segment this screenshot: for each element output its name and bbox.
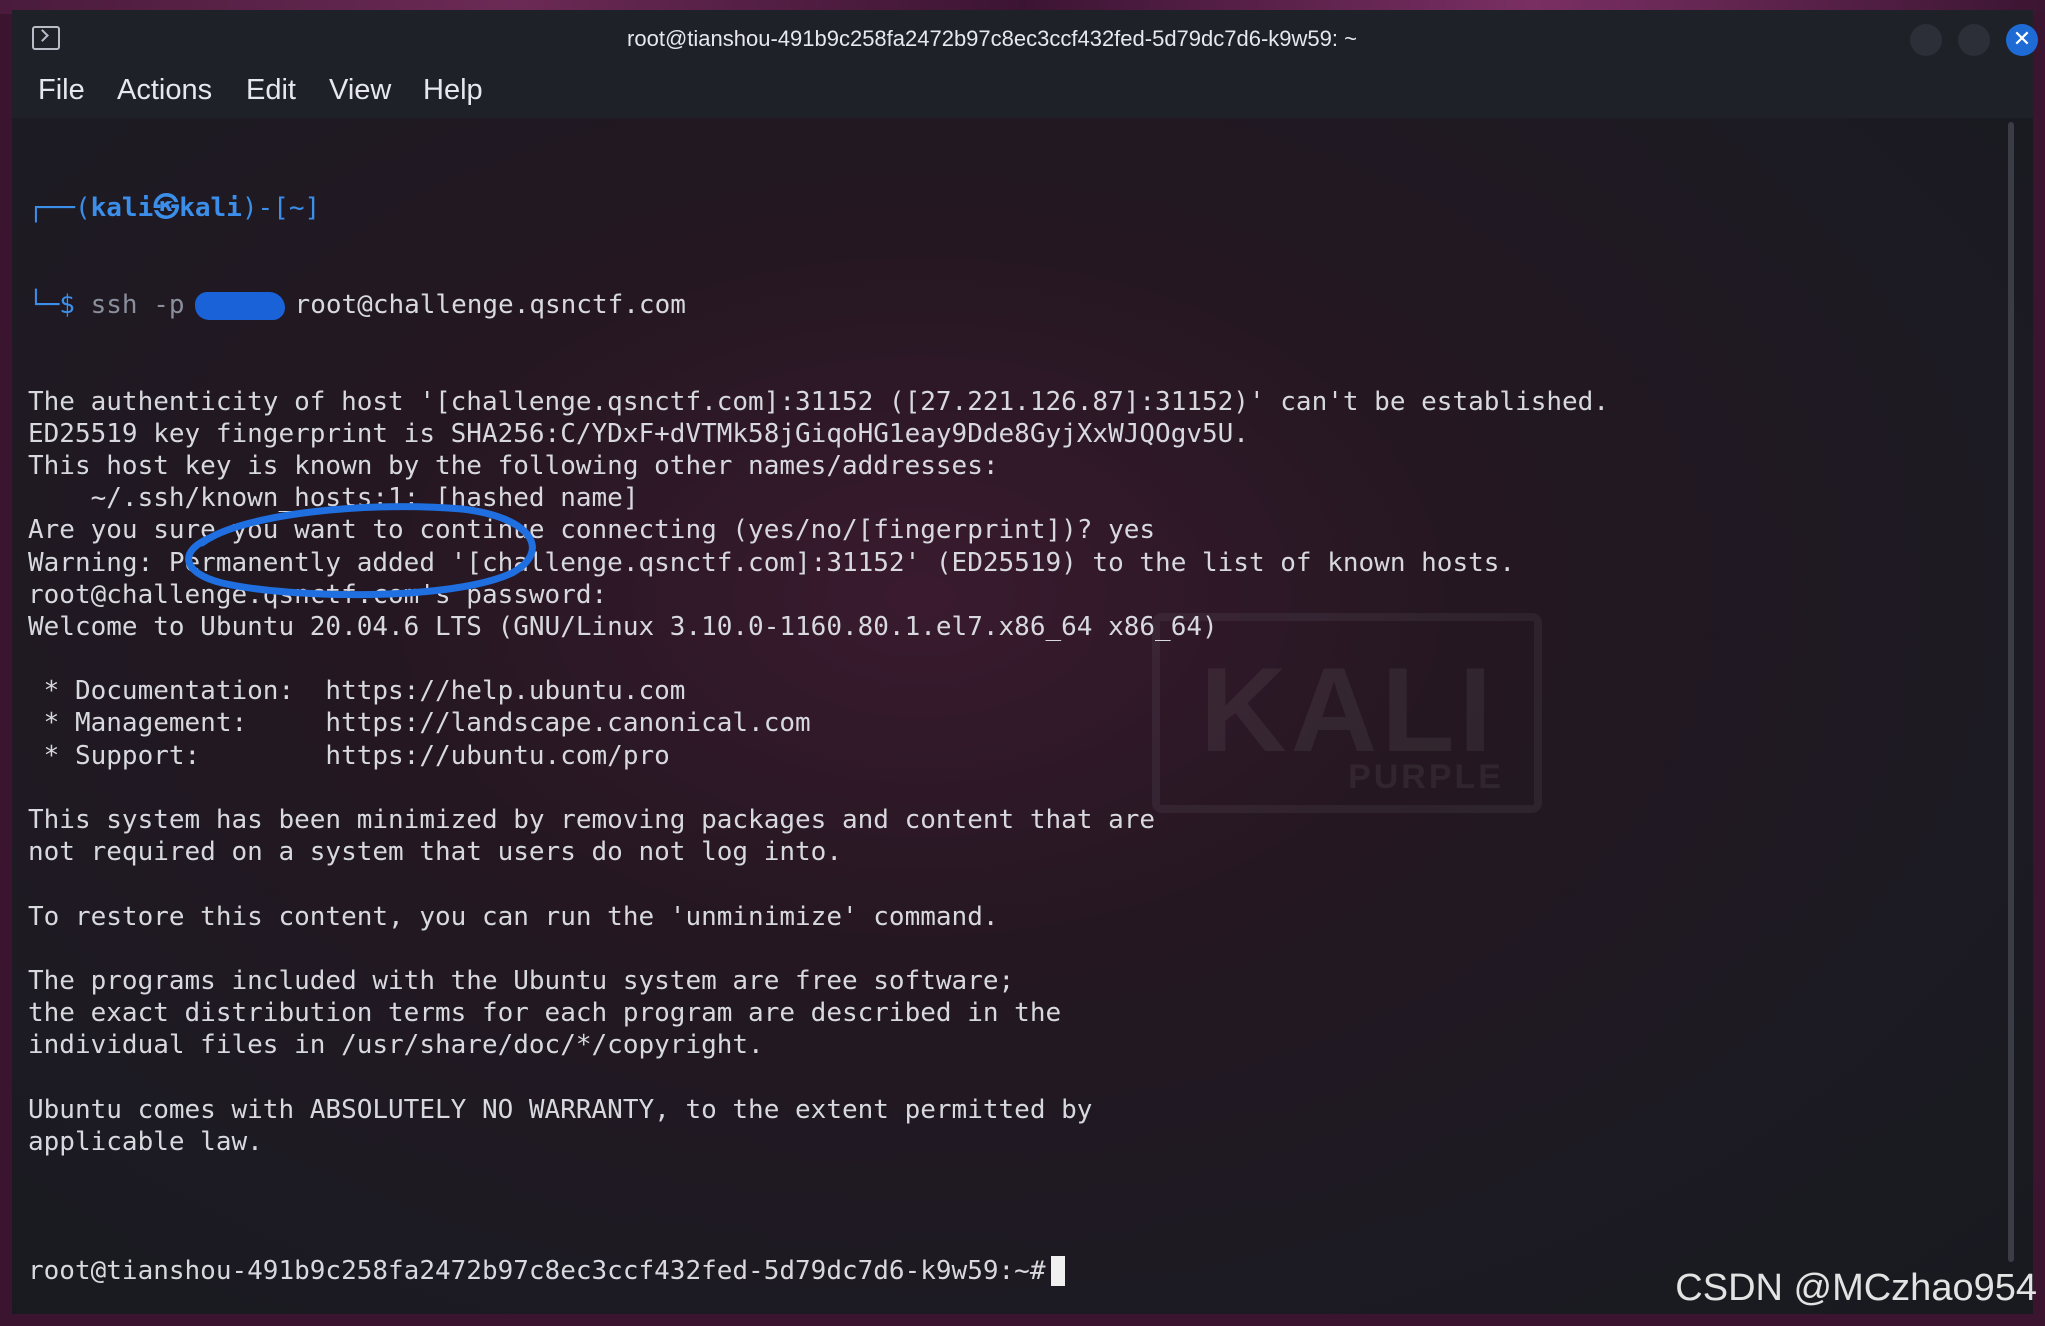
output-line: the exact distribution terms for each pr… [28,998,1062,1029]
menu-actions[interactable]: Actions [117,74,212,107]
redacted-port [194,291,285,320]
output-line: This system has been minimized by removi… [28,805,1156,836]
output-line: This host key is known by the following … [28,450,999,481]
title-bar[interactable]: root@tianshou-491b9c258fa2472b97c8ec3ccf… [12,10,2038,68]
output-line: not required on a system that users do n… [28,837,842,868]
close-button[interactable]: ✕ [2006,24,2038,56]
prompt-user-host: kali㉿kali [90,193,242,224]
menu-file[interactable]: File [38,74,85,107]
output-line: applicable law. [28,1126,263,1157]
minimize-button[interactable] [1910,24,1942,56]
output-line: ED25519 key fingerprint is SHA256:C/YDxF… [28,418,1249,449]
output-line: Welcome to Ubuntu 20.04.6 LTS (GNU/Linux… [28,611,1218,642]
output-line: * Management: https://landscape.canonica… [28,708,811,739]
ssh-target: root@challenge.qsnctf.com [294,290,686,320]
hand-drawn-highlight-circle [185,503,536,599]
vertical-scrollbar[interactable] [2004,118,2018,1314]
output-line: * Support: https://ubuntu.com/pro [28,740,670,771]
command-line: └─$ ssh -p root@challenge.qsnctf.com [28,289,1609,321]
prompt-prefix: ┌──( [28,193,91,224]
terminal-window: root@tianshou-491b9c258fa2472b97c8ec3ccf… [0,0,2045,1326]
terminal-output: ┌──(kali㉿kali)-[~] └─$ ssh -p root@challe… [28,128,1609,1326]
output-line: Ubuntu comes with ABSOLUTELY NO WARRANTY… [28,1094,1093,1125]
window-title: root@tianshou-491b9c258fa2472b97c8ec3ccf… [627,26,1357,51]
menu-edit[interactable]: Edit [246,74,296,107]
menu-bar: File Actions Edit View Help [12,68,2033,118]
final-prompt: root@tianshou-491b9c258fa2472b97c8ec3ccf… [28,1255,1046,1286]
menu-help[interactable]: Help [423,74,483,107]
ssh-command: ssh -p [90,290,185,320]
output-line: The authenticity of host '[challenge.qsn… [28,386,1609,417]
credit-watermark: CSDN @MCzhao954 [1675,1267,2037,1309]
close-icon: ✕ [2012,27,2032,52]
output-line: To restore this content, you can run the… [28,901,999,932]
prompt-header: ┌──(kali㉿kali)-[~] [28,192,1609,224]
command-prefix: └─$ [28,290,91,320]
text-cursor [1051,1256,1066,1287]
scrollbar-thumb[interactable] [2008,122,2014,1262]
menu-view[interactable]: View [329,74,391,107]
maximize-button[interactable] [1958,24,1990,56]
output-line: The programs included with the Ubuntu sy… [28,965,1015,996]
output-line: * Documentation: https://help.ubuntu.com [28,676,686,707]
prompt-suffix: )-[~] [241,193,321,224]
output-line: individual files in /usr/share/doc/*/cop… [28,1030,764,1061]
final-prompt-line[interactable]: root@tianshou-491b9c258fa2472b97c8ec3ccf… [28,1255,1609,1287]
terminal-area[interactable]: KALI PURPLE ┌──(kali㉿kali)-[~] └─$ ssh -… [12,118,2002,1314]
